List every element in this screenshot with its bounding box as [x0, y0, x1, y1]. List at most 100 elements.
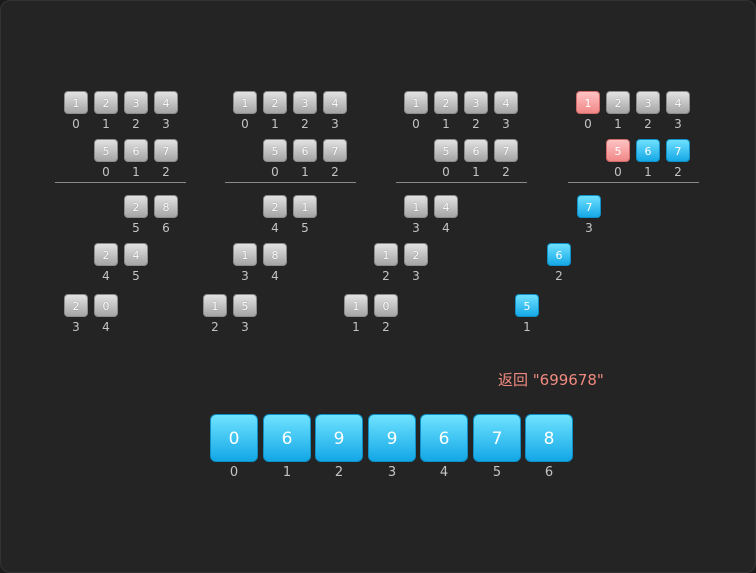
panel1-partial0-index-label: 5 [301, 221, 309, 235]
panel0-num1-digit: 1 [64, 91, 88, 114]
panel0-partial1-digit: 2 [94, 243, 118, 266]
result-index-label: 3 [387, 465, 397, 480]
panel3-partial1-digit: 6 [547, 243, 571, 266]
panel1-partial1-digit: 8 [263, 243, 287, 266]
panel3-num1-digit: 1 [576, 91, 600, 114]
panel1-num1-digit: 1 [233, 91, 257, 114]
panel3-num1-digit: 4 [666, 91, 690, 114]
panel0-num1-digit: 3 [124, 91, 148, 114]
panel2-partial1-digit: 1 [374, 243, 398, 266]
panel2-partial0-index-label: 4 [442, 221, 450, 235]
result-index-label: 5 [492, 465, 502, 480]
panel3-partial2-digit: 5 [515, 294, 539, 317]
panel0-num2-index-label: 0 [102, 165, 110, 179]
panel3-num1-index-label: 2 [644, 117, 652, 131]
result-digit: 7 [473, 414, 521, 462]
panel0-partial2-index-label: 3 [72, 320, 80, 334]
panel0-partial2-digit: 2 [64, 294, 88, 317]
panel0-partial0-index-label: 5 [132, 221, 140, 235]
panel1-partial0-digit: 1 [293, 195, 317, 218]
panel1-num1-index-label: 1 [271, 117, 279, 131]
panel3-num1-digit: 2 [606, 91, 630, 114]
panel3-num1-digit: 3 [636, 91, 660, 114]
panel0-partial0-digit: 2 [124, 195, 148, 218]
panel1-partial0-index-label: 4 [271, 221, 279, 235]
panel3-num2-digit: 6 [636, 139, 660, 162]
return-text: 返回 "699678" [498, 371, 604, 389]
panel0-num1-digit: 2 [94, 91, 118, 114]
panel1-divider [225, 182, 356, 183]
panel2-num2-digit: 7 [494, 139, 518, 162]
panel1-partial2-index-label: 3 [241, 320, 249, 334]
panel2-partial1-digit: 2 [404, 243, 428, 266]
panel2-partial1-index-label: 3 [412, 269, 420, 283]
result-digit: 6 [263, 414, 311, 462]
panel2-num1-index-label: 2 [472, 117, 480, 131]
panel0-num2-index-label: 1 [132, 165, 140, 179]
result-digit: 8 [525, 414, 573, 462]
panel1-partial2-digit: 1 [203, 294, 227, 317]
panel0-num2-digit: 5 [94, 139, 118, 162]
panel2-partial0-digit: 1 [404, 195, 428, 218]
panel1-num2-index-label: 1 [301, 165, 309, 179]
panel3-partial2-index-label: 1 [523, 320, 531, 334]
result-digit: 0 [210, 414, 258, 462]
result-index-label: 1 [282, 465, 292, 480]
panel2-num1-index-label: 1 [442, 117, 450, 131]
panel0-partial0-digit: 8 [154, 195, 178, 218]
panel2-partial1-index-label: 2 [382, 269, 390, 283]
panel2-num1-digit: 4 [494, 91, 518, 114]
panel0-num1-index-label: 1 [102, 117, 110, 131]
panel2-num2-digit: 6 [464, 139, 488, 162]
result-digit: 6 [420, 414, 468, 462]
panel2-num1-digit: 2 [434, 91, 458, 114]
panel2-num2-index-label: 0 [442, 165, 450, 179]
panel0-partial2-digit: 0 [94, 294, 118, 317]
panel2-partial2-index-label: 1 [352, 320, 360, 334]
panel2-num1-digit: 1 [404, 91, 428, 114]
panel2-num1-digit: 3 [464, 91, 488, 114]
panel2-partial2-digit: 0 [374, 294, 398, 317]
panel1-partial1-index-label: 4 [271, 269, 279, 283]
panel0-partial1-index-label: 4 [102, 269, 110, 283]
canvas: 返回 "699678" 1021324350617225862445230410… [0, 0, 756, 573]
result-index-label: 0 [229, 465, 239, 480]
result-digit: 9 [315, 414, 363, 462]
panel3-partial0-digit: 7 [577, 195, 601, 218]
panel2-partial2-index-label: 2 [382, 320, 390, 334]
result-digit: 9 [368, 414, 416, 462]
panel1-num1-index-label: 2 [301, 117, 309, 131]
panel3-num2-index-label: 2 [674, 165, 682, 179]
result-index-label: 6 [544, 465, 554, 480]
result-index-label: 4 [439, 465, 449, 480]
panel0-partial2-index-label: 4 [102, 320, 110, 334]
panel3-num2-digit: 5 [606, 139, 630, 162]
panel2-num2-index-label: 2 [502, 165, 510, 179]
panel1-num2-index-label: 2 [331, 165, 339, 179]
panel0-num2-digit: 6 [124, 139, 148, 162]
panel0-num1-digit: 4 [154, 91, 178, 114]
panel2-num2-index-label: 1 [472, 165, 480, 179]
panel1-num1-digit: 2 [263, 91, 287, 114]
panel0-partial1-index-label: 5 [132, 269, 140, 283]
panel0-num1-index-label: 0 [72, 117, 80, 131]
panel3-num2-index-label: 1 [644, 165, 652, 179]
panel3-num1-index-label: 1 [614, 117, 622, 131]
panel1-partial2-digit: 5 [233, 294, 257, 317]
panel0-num2-index-label: 2 [162, 165, 170, 179]
panel1-num1-digit: 3 [293, 91, 317, 114]
panel1-num2-digit: 5 [263, 139, 287, 162]
panel3-num2-index-label: 0 [614, 165, 622, 179]
panel1-num1-index-label: 3 [331, 117, 339, 131]
panel2-partial0-index-label: 3 [412, 221, 420, 235]
panel2-num1-index-label: 0 [412, 117, 420, 131]
panel2-num2-digit: 5 [434, 139, 458, 162]
panel0-num1-index-label: 3 [162, 117, 170, 131]
panel1-num2-digit: 6 [293, 139, 317, 162]
panel1-partial1-digit: 1 [233, 243, 257, 266]
panel0-num2-digit: 7 [154, 139, 178, 162]
panel2-partial0-digit: 4 [434, 195, 458, 218]
panel3-divider [568, 182, 699, 183]
panel3-num1-index-label: 3 [674, 117, 682, 131]
panel0-divider [55, 182, 186, 183]
